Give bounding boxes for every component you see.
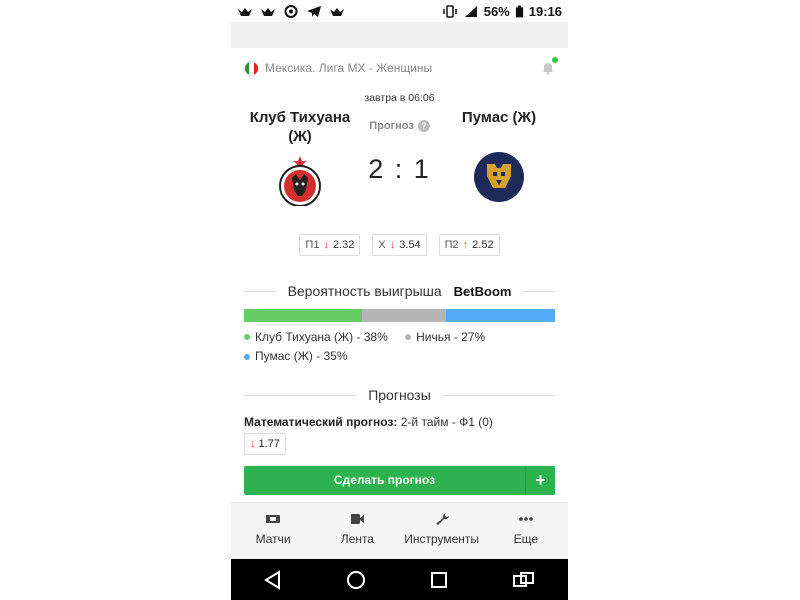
- notification-dot: [552, 57, 558, 63]
- math-prediction-label: Математический прогноз:: [244, 415, 398, 429]
- legend-item-draw: Ничья - 27%: [405, 328, 485, 347]
- math-odd-button[interactable]: ↓ 1.77: [244, 433, 286, 455]
- bird-icon: [330, 7, 344, 16]
- away-team-name: Пумас (Ж): [461, 109, 537, 126]
- nav-feed[interactable]: Лента: [315, 503, 399, 559]
- phone-screen: 56% 19:16 Мексика. Лига MX - Женщины зав…: [231, 0, 568, 600]
- bottom-nav: Матчи Лента Инструменты Еще: [231, 502, 568, 559]
- battery-icon: [515, 5, 523, 17]
- help-icon[interactable]: ?: [417, 120, 430, 132]
- nav-matches[interactable]: Матчи: [231, 503, 315, 559]
- odd-home-button[interactable]: П1 ↓ 2.32: [299, 234, 361, 256]
- odd-draw-button[interactable]: Х ↓ 3.54: [372, 234, 427, 256]
- battery-percent: 56%: [483, 3, 510, 19]
- make-prediction-label: Сделать прогноз: [333, 473, 436, 487]
- app-icon: [284, 4, 298, 18]
- probability-title: Вероятность выигрыша: [287, 283, 442, 299]
- probability-header: Вероятность выигрыша BetBoom: [244, 274, 556, 308]
- make-prediction-button[interactable]: Сделать прогноз +: [244, 466, 555, 495]
- match-center: Прогноз ? 2 : 1: [356, 108, 443, 234]
- divider: [442, 394, 555, 396]
- home-team-name: Клуб Тихуана (Ж): [249, 109, 351, 145]
- home-icon[interactable]: [346, 570, 366, 590]
- arrow-down-icon: ↓: [389, 239, 396, 251]
- kickoff-time: завтра в 06:06: [364, 92, 435, 104]
- arrow-down-icon: ↓: [323, 239, 329, 251]
- legend-item-away: Пумас (Ж) - 35%: [244, 347, 348, 366]
- video-icon: [351, 514, 365, 524]
- league-row[interactable]: Мексика. Лига MX - Женщины: [244, 48, 558, 88]
- notification-bell-button[interactable]: [541, 57, 558, 75]
- switch-app-icon[interactable]: [512, 570, 536, 590]
- betboom-logo[interactable]: BetBoom: [454, 284, 524, 299]
- divider: [244, 394, 357, 396]
- legend-item-home: Клуб Тихуана (Ж) - 38%: [244, 328, 388, 347]
- arrow-down-icon: ↓: [250, 438, 256, 450]
- teams-row: Клуб Тихуана (Ж) Прогноз ? 2 : 1 Пумас (…: [244, 108, 555, 234]
- odds-row: П1 ↓ 2.32 Х ↓ 3.54 П2 ↑ 2.52: [244, 234, 555, 266]
- notification-icons: [237, 4, 345, 18]
- league-name: Мексика. Лига MX - Женщины: [265, 61, 433, 75]
- signal-icon: [464, 5, 477, 17]
- plus-icon[interactable]: +: [525, 466, 555, 495]
- vibrate-icon: [442, 4, 457, 18]
- predicted-score: 2 : 1: [368, 154, 431, 184]
- probability-legend: Клуб Тихуана (Ж) - 38% Ничья - 27% Пумас…: [244, 327, 555, 366]
- header-band: [231, 22, 568, 48]
- arrow-up-icon: ↑: [462, 239, 469, 251]
- forecast-label[interactable]: Прогноз ?: [356, 120, 443, 132]
- predictions-header: Прогнозы: [244, 378, 555, 412]
- pumas-logo-icon: [474, 152, 524, 202]
- mexico-flag-icon: [244, 60, 259, 76]
- divider: [523, 290, 556, 292]
- divider: [244, 290, 276, 292]
- tijuana-logo-icon: [279, 156, 321, 206]
- bird-icon: [261, 7, 275, 16]
- math-prediction-value: 2-й тайм - Ф1 (0): [400, 415, 493, 429]
- telegram-icon: [307, 5, 321, 17]
- math-prediction: Математический прогноз: 2-й тайм - Ф1 (0…: [244, 415, 555, 429]
- recents-icon[interactable]: [429, 570, 449, 590]
- status-bar: 56% 19:16: [231, 0, 568, 22]
- system-status: 56% 19:16: [442, 4, 562, 19]
- more-icon: [519, 517, 533, 521]
- bell-icon: [543, 63, 553, 75]
- clock: 19:16: [528, 3, 562, 19]
- home-team[interactable]: Клуб Тихуана (Ж): [244, 108, 356, 234]
- system-nav-bar: [231, 559, 568, 600]
- nav-more[interactable]: Еще: [484, 503, 568, 559]
- back-icon[interactable]: [263, 569, 283, 590]
- predictions-title: Прогнозы: [368, 387, 431, 403]
- bird-icon: [238, 7, 252, 16]
- nav-tools[interactable]: Инструменты: [400, 503, 484, 559]
- probability-segment-1: [362, 309, 447, 322]
- probability-segment-0: [244, 309, 363, 322]
- probability-bar: [244, 309, 555, 322]
- probability-segment-2: [446, 309, 555, 322]
- odd-away-button[interactable]: П2 ↑ 2.52: [438, 234, 500, 256]
- wrench-icon: [435, 513, 449, 525]
- ticket-icon: [266, 515, 281, 523]
- away-team[interactable]: Пумас (Ж): [443, 108, 555, 234]
- match-card: Мексика. Лига MX - Женщины завтра в 06:0…: [231, 48, 568, 495]
- forecast-text: Прогноз: [369, 120, 414, 132]
